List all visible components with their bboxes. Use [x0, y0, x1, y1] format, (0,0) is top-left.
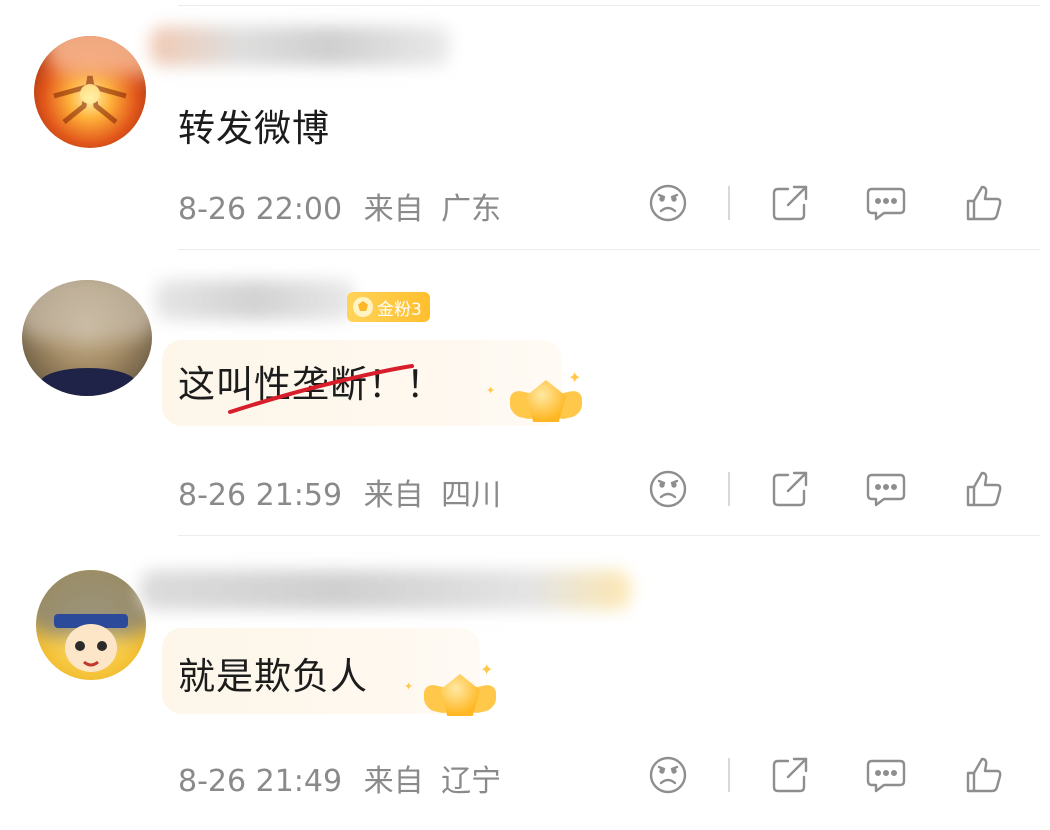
top-divider	[178, 5, 1040, 6]
action-separator	[728, 186, 730, 220]
like-button[interactable]	[962, 181, 1006, 225]
action-separator	[728, 758, 730, 792]
share-icon	[772, 185, 808, 221]
share-icon	[772, 471, 808, 507]
thumbs-up-icon	[966, 185, 1002, 221]
comment-time: 8-26 21:49	[178, 764, 343, 799]
share-button[interactable]	[768, 753, 812, 797]
share-button[interactable]	[768, 467, 812, 511]
thumbs-up-icon	[966, 757, 1002, 793]
share-button[interactable]	[768, 181, 812, 225]
username-blurred[interactable]	[155, 280, 355, 320]
reply-button[interactable]	[864, 753, 908, 797]
reply-button[interactable]	[864, 181, 908, 225]
badge-label: 金粉3	[377, 299, 422, 320]
comment-item: 就是欺负人 ✦ ✦ 8-26 21:49 来自 辽宁	[0, 536, 1050, 830]
share-icon	[772, 757, 808, 793]
medal-icon: ✦ ✦	[404, 660, 496, 730]
medal-icon: ✦ ✦	[486, 368, 582, 436]
location: 辽宁	[441, 764, 502, 799]
action-separator	[728, 472, 730, 506]
comment-item: 转发微博 8-26 22:00 来自 广东	[0, 0, 1050, 250]
avatar[interactable]	[22, 280, 152, 396]
dislike-button[interactable]	[646, 753, 690, 797]
username-blurred[interactable]	[140, 570, 630, 610]
from-label: 来自	[363, 764, 424, 799]
comment-icon	[866, 759, 906, 793]
comment-time: 8-26 22:00	[178, 192, 343, 227]
username-blurred[interactable]	[150, 26, 450, 66]
comment-meta: 8-26 21:49 来自 辽宁	[178, 756, 501, 800]
comment-text: 这叫性垄断！！	[178, 363, 444, 406]
avatar[interactable]	[34, 36, 146, 148]
dislike-button[interactable]	[646, 181, 690, 225]
comment-text: 就是欺负人	[178, 655, 368, 698]
diamond-icon	[353, 297, 373, 317]
comment-meta: 8-26 21:59 来自 四川	[178, 470, 501, 514]
sad-face-icon	[649, 756, 687, 794]
comment-time: 8-26 21:59	[178, 478, 343, 513]
avatar[interactable]	[36, 570, 146, 680]
thumbs-up-icon	[966, 471, 1002, 507]
comment-meta: 8-26 22:00 来自 广东	[178, 184, 501, 228]
reply-button[interactable]	[864, 467, 908, 511]
from-label: 来自	[363, 192, 424, 227]
location: 四川	[441, 478, 502, 513]
comment-item: 金粉3 这叫性垄断！！ ✦ ✦ 8-26 21:59 来自 四川	[0, 250, 1050, 536]
comment-text: 转发微博	[178, 107, 330, 150]
like-button[interactable]	[962, 753, 1006, 797]
location: 广东	[441, 192, 502, 227]
sad-face-icon	[649, 184, 687, 222]
comment-icon	[866, 187, 906, 221]
comment-icon	[866, 473, 906, 507]
dislike-button[interactable]	[646, 467, 690, 511]
from-label: 来自	[363, 478, 424, 513]
fan-badge[interactable]: 金粉3	[347, 292, 430, 322]
sad-face-icon	[649, 470, 687, 508]
like-button[interactable]	[962, 467, 1006, 511]
